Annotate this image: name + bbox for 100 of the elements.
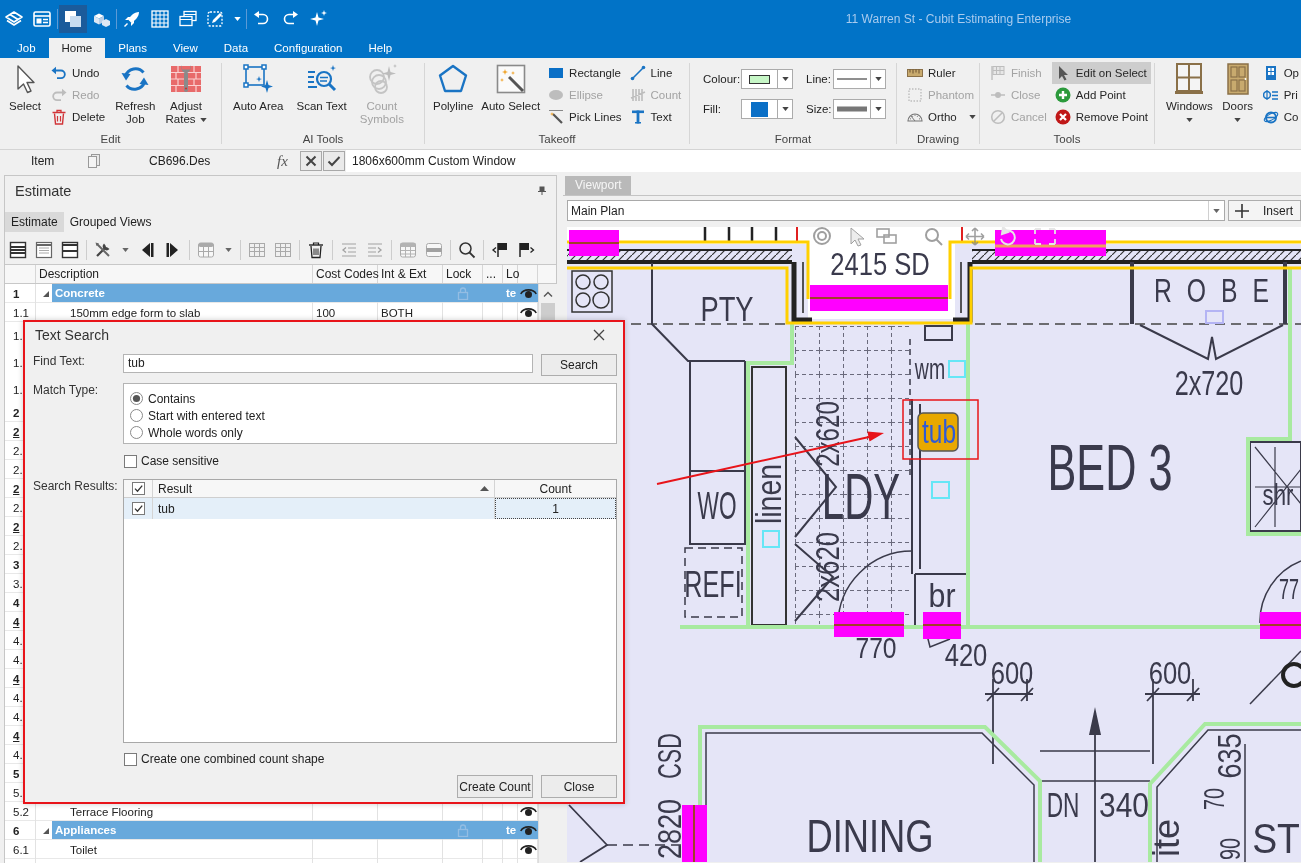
caret-icon[interactable] xyxy=(234,17,241,21)
ribbon-button[interactable]: Delete xyxy=(48,106,109,128)
column-header[interactable]: Result xyxy=(153,480,495,497)
column-header[interactable]: ... xyxy=(483,265,503,283)
ribbon-button[interactable]: Undo xyxy=(48,62,109,84)
expander-icon[interactable] xyxy=(41,289,50,298)
insert-button[interactable]: Insert xyxy=(1228,200,1301,221)
pin-icon[interactable] xyxy=(538,186,546,195)
column-header[interactable]: Int & Ext xyxy=(378,265,443,283)
column-header[interactable]: Cost Codes xyxy=(313,265,378,283)
radio-button[interactable] xyxy=(130,392,143,405)
ribbon-button[interactable]: Pri xyxy=(1259,84,1301,106)
chevron-up-icon[interactable] xyxy=(543,290,553,297)
wand-frame-icon xyxy=(494,63,527,95)
checkbox[interactable] xyxy=(124,752,137,766)
caret-icon[interactable] xyxy=(1185,118,1193,122)
ribbon-button[interactable]: Op xyxy=(1259,62,1301,84)
ribbon-button[interactable]: Text xyxy=(626,106,685,128)
column-header[interactable]: Lo xyxy=(503,265,518,283)
ribbon-button[interactable]: Doors xyxy=(1218,58,1257,122)
search-button[interactable]: Search xyxy=(541,354,617,376)
ribbon-button[interactable]: Scan Text xyxy=(293,58,350,113)
ribbon-button[interactable]: Ruler xyxy=(904,62,979,84)
row-number: 4 xyxy=(13,596,20,609)
menu-tab[interactable]: View xyxy=(160,38,211,58)
column-header[interactable]: Description xyxy=(36,265,313,283)
row-number: 2 xyxy=(13,520,20,533)
menu-tab[interactable]: Plans xyxy=(105,38,160,58)
rotate-icon[interactable] xyxy=(1000,227,1016,246)
caret-icon[interactable] xyxy=(121,248,129,252)
ribbon-button[interactable]: Select xyxy=(6,58,44,113)
line-dropdown[interactable] xyxy=(833,99,886,119)
function-button[interactable]: fx xyxy=(277,152,288,169)
radio-option[interactable]: Contains xyxy=(130,390,610,407)
checkbox[interactable] xyxy=(132,502,145,515)
color-dropdown[interactable] xyxy=(741,99,793,119)
confirm-button[interactable] xyxy=(323,151,345,171)
caret-icon[interactable] xyxy=(968,115,976,119)
eye-icon[interactable] xyxy=(519,287,537,299)
close-icon[interactable] xyxy=(593,329,605,341)
dialog-button[interactable]: Close xyxy=(541,775,617,798)
checkbox-option[interactable]: Create one combined count shape xyxy=(124,752,325,766)
menu-tab[interactable]: Home xyxy=(48,38,106,58)
expander-icon[interactable] xyxy=(41,826,50,835)
panel-tab[interactable]: Grouped Views xyxy=(63,212,158,232)
table-cell: Toilet xyxy=(70,843,97,856)
ribbon-button[interactable]: Refresh Job xyxy=(112,58,159,126)
line-dropdown[interactable] xyxy=(833,69,886,89)
cell-name: CB696.Des xyxy=(149,154,211,168)
results-row[interactable]: tub 1 xyxy=(124,498,616,519)
menu-tab[interactable]: Help xyxy=(355,38,406,58)
ribbon-button[interactable]: Auto Area xyxy=(230,58,287,113)
ribbon-button[interactable]: Auto Select xyxy=(478,58,544,113)
formula-field[interactable]: 1806x600mm Custom Window xyxy=(346,150,1301,172)
window-icon xyxy=(1173,63,1206,95)
ribbon-button[interactable]: Remove Point xyxy=(1051,106,1152,128)
checkbox[interactable] xyxy=(124,454,137,468)
caret-icon[interactable] xyxy=(224,248,232,252)
radio-button[interactable] xyxy=(130,409,143,422)
menu-tab[interactable]: Job xyxy=(4,38,49,58)
cancel-button[interactable] xyxy=(300,151,322,171)
ribbon-button[interactable]: Edit on Select xyxy=(1051,62,1152,84)
eye-icon[interactable] xyxy=(519,307,537,318)
checkbox[interactable] xyxy=(132,482,145,495)
ribbon-button[interactable]: Co xyxy=(1259,106,1301,128)
plan-label: 2820 xyxy=(651,798,688,860)
find-text-field[interactable]: tub xyxy=(123,354,533,373)
ribbon-button[interactable]: Rectangle xyxy=(545,62,625,84)
plan-label: DN xyxy=(1046,784,1080,825)
ribbon-button[interactable]: Windows xyxy=(1163,58,1216,122)
menu-tab[interactable]: Data xyxy=(210,38,262,58)
panel-tab[interactable]: Estimate xyxy=(5,212,64,232)
sort-ascending-icon[interactable] xyxy=(480,486,489,491)
ribbon-button[interactable]: Ortho xyxy=(904,106,979,128)
radio-option[interactable]: Start with entered text xyxy=(130,407,610,424)
column-header[interactable]: Count xyxy=(495,480,616,497)
column-header[interactable]: Lock xyxy=(443,265,483,283)
dialog-button[interactable]: Create Count xyxy=(457,775,533,798)
brick-wall-wrench-icon xyxy=(170,63,203,95)
checkbox-option[interactable]: Case sensitive xyxy=(124,454,220,468)
eye-icon[interactable] xyxy=(519,806,537,817)
color-dropdown[interactable] xyxy=(741,69,793,89)
ribbon-button[interactable]: Add Point xyxy=(1051,84,1152,106)
ribbon-button[interactable]: Polyline xyxy=(430,58,477,113)
menu-tab[interactable]: Configuration xyxy=(261,38,356,58)
plan-select[interactable]: Main Plan xyxy=(567,200,1225,221)
group-label: Tools xyxy=(1053,133,1081,145)
ribbon-button[interactable]: Pick Lines xyxy=(545,106,625,128)
move-icon[interactable] xyxy=(965,227,985,246)
ring-icon[interactable] xyxy=(813,227,831,245)
ribbon-button[interactable]: Line xyxy=(626,62,685,84)
overlapping-squares-icon[interactable] xyxy=(59,5,87,33)
eye-icon[interactable] xyxy=(519,844,537,855)
caret-icon[interactable] xyxy=(1234,118,1242,122)
eye-icon[interactable] xyxy=(519,824,537,836)
radio-button[interactable] xyxy=(130,426,143,439)
fit-icon[interactable] xyxy=(1034,228,1056,245)
caret-icon[interactable] xyxy=(199,117,207,122)
radio-option[interactable]: Whole words only xyxy=(130,424,610,441)
ribbon-button[interactable]: Adjust Rates xyxy=(162,58,210,126)
